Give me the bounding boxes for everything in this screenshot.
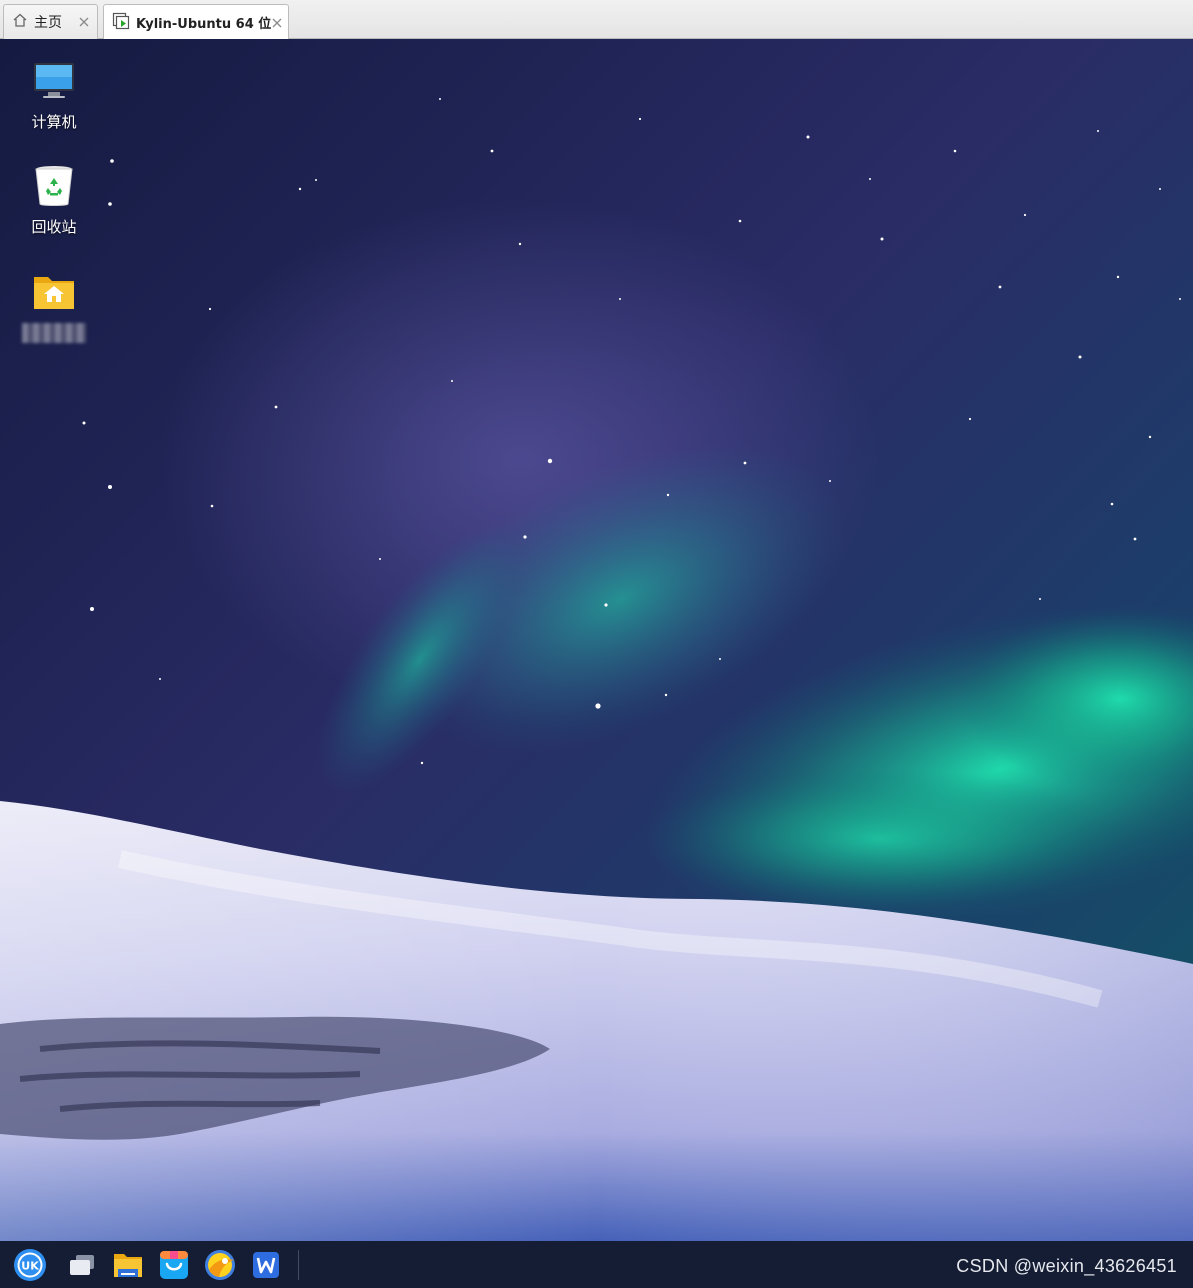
desktop[interactable]: 计算机 回收站	[0, 39, 1193, 1241]
software-store-icon[interactable]	[156, 1247, 192, 1283]
close-icon[interactable]	[271, 16, 283, 30]
tab-home[interactable]: 主页	[3, 4, 98, 39]
recycle-bin-icon	[30, 162, 78, 210]
desktop-icon-label: 计算机	[31, 113, 77, 131]
vm-running-icon	[112, 12, 130, 34]
vm-tab-bar: 主页 Kylin-Ubuntu 64 位	[0, 0, 1193, 40]
wps-writer-icon[interactable]	[248, 1247, 284, 1283]
desktop-icon-label: 回收站	[31, 218, 77, 236]
tab-label: 主页	[34, 15, 62, 31]
computer-icon	[30, 57, 78, 105]
aurora-wallpaper	[0, 39, 1193, 1241]
multitask-view-icon[interactable]	[64, 1247, 100, 1283]
blurred-username-label	[22, 323, 86, 343]
tab-label: Kylin-Ubuntu 64 位	[136, 17, 272, 32]
home-folder-icon	[30, 269, 78, 317]
desktop-icon-recycle-bin[interactable]: 回收站	[12, 162, 96, 237]
home-icon	[12, 12, 28, 32]
start-menu-icon[interactable]: UK	[12, 1247, 48, 1283]
desktop-icon-home-folder[interactable]	[12, 269, 96, 343]
file-manager-icon[interactable]	[110, 1247, 146, 1283]
taskbar-separator	[298, 1249, 299, 1280]
close-icon[interactable]	[77, 15, 91, 29]
svg-text:UK: UK	[21, 1259, 39, 1272]
csdn-watermark: CSDN @weixin_43626451	[956, 1256, 1177, 1276]
desktop-icon-computer[interactable]: 计算机	[12, 57, 96, 132]
browser-icon[interactable]	[202, 1247, 238, 1283]
tab-kylin-vm[interactable]: Kylin-Ubuntu 64 位	[103, 4, 289, 40]
